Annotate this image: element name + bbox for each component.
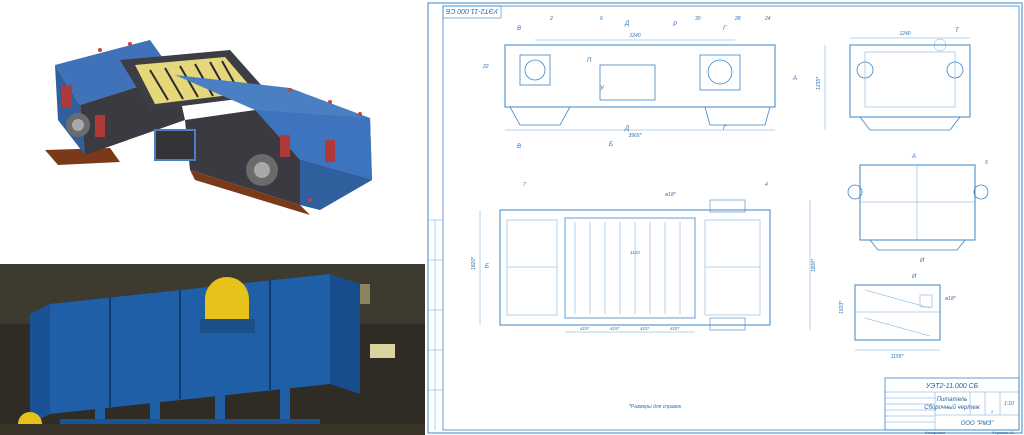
view-b-label-top: Б [485,264,489,270]
view-r-label: Р [673,22,677,28]
dim-hole-top: ø18* [665,192,677,198]
dim-view-i-width: 1155* [891,354,905,360]
view-i-title: И [912,274,917,280]
title-copied: Копировал [925,430,946,435]
front-view: 3965* 1240 В В Д Д Р П У Г Г Б А 22 2 6 … [482,16,797,150]
view-a-title: А [911,154,916,160]
view-g-label-bottom: Г [723,126,727,132]
view-d-label-bottom: Д [624,126,630,132]
view-u-label: У [599,86,605,92]
callout-30: 30 [695,16,701,22]
title-sheet: 1 [991,409,993,414]
dim-top-height-right: 1800* [811,258,817,272]
callout-7: 7 [523,182,526,188]
dim-side-height: 1235* [816,76,822,90]
view-i-label-arrow: И [920,258,925,264]
callout-28: 28 [734,16,741,22]
dim-inner: 1120 [630,250,640,255]
callout-5: 5 [985,160,988,166]
dim-bay-3: 415* [640,326,650,331]
title-name-2: Сборочный чертеж [924,404,980,411]
view-g-label: Г [723,26,727,32]
dim-bay-4: 415* [670,326,680,331]
view-p-label: П [587,58,592,64]
view-t-label: Т [955,28,960,34]
callout-2: 2 [549,16,553,22]
title-scale: 1:10 [1004,401,1014,407]
assembly-drawing-sheet: УЭТ2-11.000 СБ 3965* 1240 В В Д Д Р П У … [425,0,1024,435]
dim-side-width: 1240 [899,31,910,37]
title-doc-number: УЭТ2-11.000 СБ [925,383,979,390]
title-name-1: Питатель [937,397,968,403]
callout-24: 24 [764,16,771,22]
title-block: УЭТ2-11.000 СБ Питатель Сборочный чертеж… [884,377,1020,435]
view-b-label: Б [609,142,613,148]
view-a: А 5 И [847,154,989,264]
drawing-note: *Размеры для справок [629,404,682,410]
side-view: 1240 1235* Т [816,28,971,131]
view-d-label: Д [624,21,630,27]
view-v-label: В [517,26,521,32]
callout-6: 6 [600,16,603,22]
dim-bay-2: 415* [610,326,620,331]
dim-hole-side: ø18* [945,296,957,302]
assembly-drawing: УЭТ2-11.000 СБ 3965* 1240 В В Д Д Р П У … [427,2,1023,435]
dim-top: 1240 [629,33,640,39]
dim-top-height: 1820* [471,256,477,270]
callout-22: 22 [482,64,489,70]
dim-view-i-height: 1503* [839,300,845,314]
view-i: И 1155* 1503* ø18* [839,274,957,360]
stamp-top: УЭТ2-11.000 СБ [445,7,499,14]
feeder-3d-model-image [45,40,372,215]
view-a-label: А [792,76,797,82]
dim-length: 3965* [628,133,642,139]
top-view: 1820* 1800* 415* 415* 415* 415* 1120 ø18… [471,182,817,333]
feeder-3d-render [0,0,425,264]
title-company: ООО "РМЗ" [961,421,994,427]
feeder-workshop-photo [0,264,425,435]
dim-bay-1: 415* [580,326,590,331]
workshop-photo-image [0,264,425,435]
view-v-label-bottom: В [517,144,521,150]
title-format: Формат A1 [992,430,1014,435]
callout-4: 4 [765,182,768,188]
